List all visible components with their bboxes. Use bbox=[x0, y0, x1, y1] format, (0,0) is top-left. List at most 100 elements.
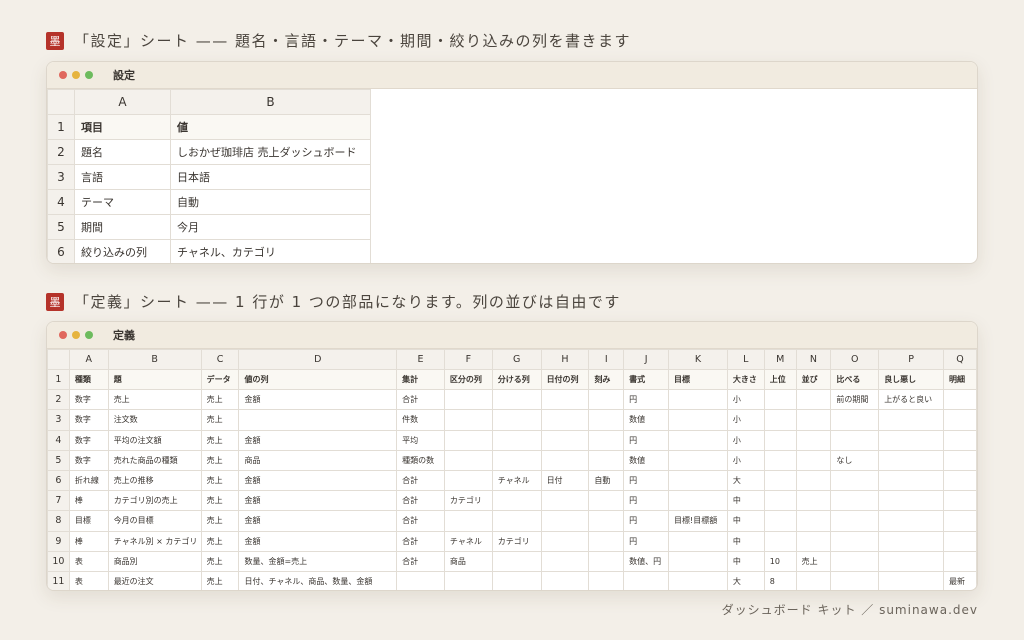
column-header[interactable]: J bbox=[623, 349, 670, 370]
table-cell[interactable] bbox=[491, 409, 542, 431]
table-cell[interactable] bbox=[878, 530, 944, 552]
table-cell[interactable] bbox=[943, 550, 977, 572]
table-cell[interactable]: 合計 bbox=[396, 510, 445, 532]
column-header[interactable]: N bbox=[795, 349, 832, 370]
table-cell[interactable]: 金額 bbox=[238, 510, 398, 532]
table-cell[interactable] bbox=[588, 490, 625, 512]
table-cell[interactable] bbox=[540, 510, 590, 532]
table-cell[interactable]: 金額 bbox=[238, 530, 398, 552]
table-cell[interactable] bbox=[443, 389, 493, 411]
row-number[interactable]: 2 bbox=[47, 139, 75, 165]
table-cell[interactable] bbox=[491, 389, 542, 411]
table-cell[interactable]: 前の期間 bbox=[830, 389, 880, 411]
table-cell[interactable] bbox=[830, 570, 880, 590]
table-cell[interactable]: 数値、円 bbox=[623, 550, 670, 572]
table-cell[interactable]: 円 bbox=[623, 490, 670, 512]
column-header[interactable]: L bbox=[726, 349, 765, 370]
table-cell[interactable]: 大 bbox=[726, 469, 765, 492]
table-cell[interactable]: 比べる bbox=[830, 368, 880, 391]
table-cell[interactable] bbox=[540, 409, 590, 431]
table-cell[interactable]: 値 bbox=[170, 114, 371, 140]
table-cell[interactable] bbox=[763, 389, 797, 411]
table-cell[interactable] bbox=[943, 429, 977, 451]
table-cell[interactable]: 集計 bbox=[396, 368, 445, 391]
column-header[interactable]: F bbox=[443, 349, 493, 370]
table-cell[interactable]: 目標!目標額 bbox=[668, 510, 728, 532]
table-cell[interactable] bbox=[668, 490, 728, 512]
table-cell[interactable]: 題名 bbox=[74, 139, 171, 165]
table-cell[interactable]: 円 bbox=[623, 469, 670, 492]
table-cell[interactable]: 円 bbox=[623, 389, 670, 411]
table-cell[interactable] bbox=[878, 550, 944, 572]
table-cell[interactable] bbox=[588, 429, 625, 451]
row-number[interactable]: 10 bbox=[47, 550, 70, 572]
table-cell[interactable] bbox=[763, 449, 797, 471]
row-number[interactable]: 5 bbox=[47, 214, 75, 240]
row-number[interactable]: 11 bbox=[47, 570, 70, 590]
table-cell[interactable]: 自動 bbox=[588, 469, 625, 492]
table-cell[interactable] bbox=[830, 409, 880, 431]
table-cell[interactable]: 数字 bbox=[68, 429, 109, 451]
table-cell[interactable]: 目標 bbox=[668, 368, 728, 391]
table-cell[interactable] bbox=[878, 570, 944, 590]
table-cell[interactable]: 今月 bbox=[170, 214, 371, 240]
table-cell[interactable]: 数値 bbox=[623, 409, 670, 431]
table-cell[interactable]: 数字 bbox=[68, 409, 109, 431]
table-cell[interactable]: 売れた商品の種類 bbox=[107, 449, 202, 471]
table-cell[interactable] bbox=[588, 389, 625, 411]
table-cell[interactable]: 円 bbox=[623, 429, 670, 451]
table-cell[interactable]: 種類 bbox=[68, 368, 109, 391]
corner-cell[interactable] bbox=[47, 349, 70, 370]
table-cell[interactable]: 売上 bbox=[795, 550, 832, 572]
table-cell[interactable] bbox=[443, 409, 493, 431]
table-cell[interactable] bbox=[795, 429, 832, 451]
table-cell[interactable] bbox=[540, 530, 590, 552]
table-cell[interactable] bbox=[491, 490, 542, 512]
table-cell[interactable] bbox=[491, 429, 542, 451]
table-cell[interactable]: 8 bbox=[763, 570, 797, 590]
table-cell[interactable] bbox=[795, 570, 832, 590]
table-cell[interactable]: 平均 bbox=[396, 429, 445, 451]
column-header[interactable]: C bbox=[200, 349, 240, 370]
table-cell[interactable]: 明細 bbox=[943, 368, 977, 391]
row-number[interactable]: 3 bbox=[47, 164, 75, 190]
table-cell[interactable]: 中 bbox=[726, 510, 765, 532]
table-cell[interactable]: 金額 bbox=[238, 389, 398, 411]
row-number[interactable]: 9 bbox=[47, 530, 70, 552]
table-cell[interactable] bbox=[668, 530, 728, 552]
table-cell[interactable]: カテゴリ bbox=[491, 530, 542, 552]
column-header[interactable]: D bbox=[238, 349, 398, 370]
table-cell[interactable] bbox=[763, 429, 797, 451]
table-cell[interactable]: 日付 bbox=[540, 469, 590, 492]
table-cell[interactable]: 件数 bbox=[396, 409, 445, 431]
table-cell[interactable] bbox=[795, 469, 832, 492]
table-cell[interactable] bbox=[668, 550, 728, 572]
table-cell[interactable] bbox=[443, 469, 493, 492]
table-cell[interactable] bbox=[878, 409, 944, 431]
table-cell[interactable]: 折れ線 bbox=[68, 469, 109, 492]
table-cell[interactable]: 小 bbox=[726, 429, 765, 451]
row-number[interactable]: 4 bbox=[47, 189, 75, 215]
table-cell[interactable] bbox=[763, 530, 797, 552]
table-cell[interactable] bbox=[588, 449, 625, 471]
table-cell[interactable] bbox=[795, 449, 832, 471]
table-cell[interactable] bbox=[588, 570, 625, 590]
table-cell[interactable]: 合計 bbox=[396, 550, 445, 572]
table-cell[interactable]: 項目 bbox=[74, 114, 171, 140]
table-cell[interactable]: 小 bbox=[726, 389, 765, 411]
table-cell[interactable] bbox=[943, 530, 977, 552]
table-cell[interactable]: 目標 bbox=[68, 510, 109, 532]
table-cell[interactable]: カテゴリ bbox=[443, 490, 493, 512]
table-cell[interactable] bbox=[540, 550, 590, 572]
table-cell[interactable]: 円 bbox=[623, 530, 670, 552]
table-cell[interactable]: 表 bbox=[68, 570, 109, 590]
minimize-window-icon[interactable] bbox=[72, 331, 80, 339]
table-cell[interactable]: 小 bbox=[726, 409, 765, 431]
table-cell[interactable] bbox=[491, 550, 542, 572]
table-cell[interactable]: チャネル bbox=[491, 469, 542, 492]
table-cell[interactable] bbox=[540, 389, 590, 411]
table-cell[interactable]: 中 bbox=[726, 530, 765, 552]
table-cell[interactable]: 刻み bbox=[588, 368, 625, 391]
table-cell[interactable] bbox=[443, 570, 493, 590]
table-cell[interactable]: 売上 bbox=[200, 550, 240, 572]
